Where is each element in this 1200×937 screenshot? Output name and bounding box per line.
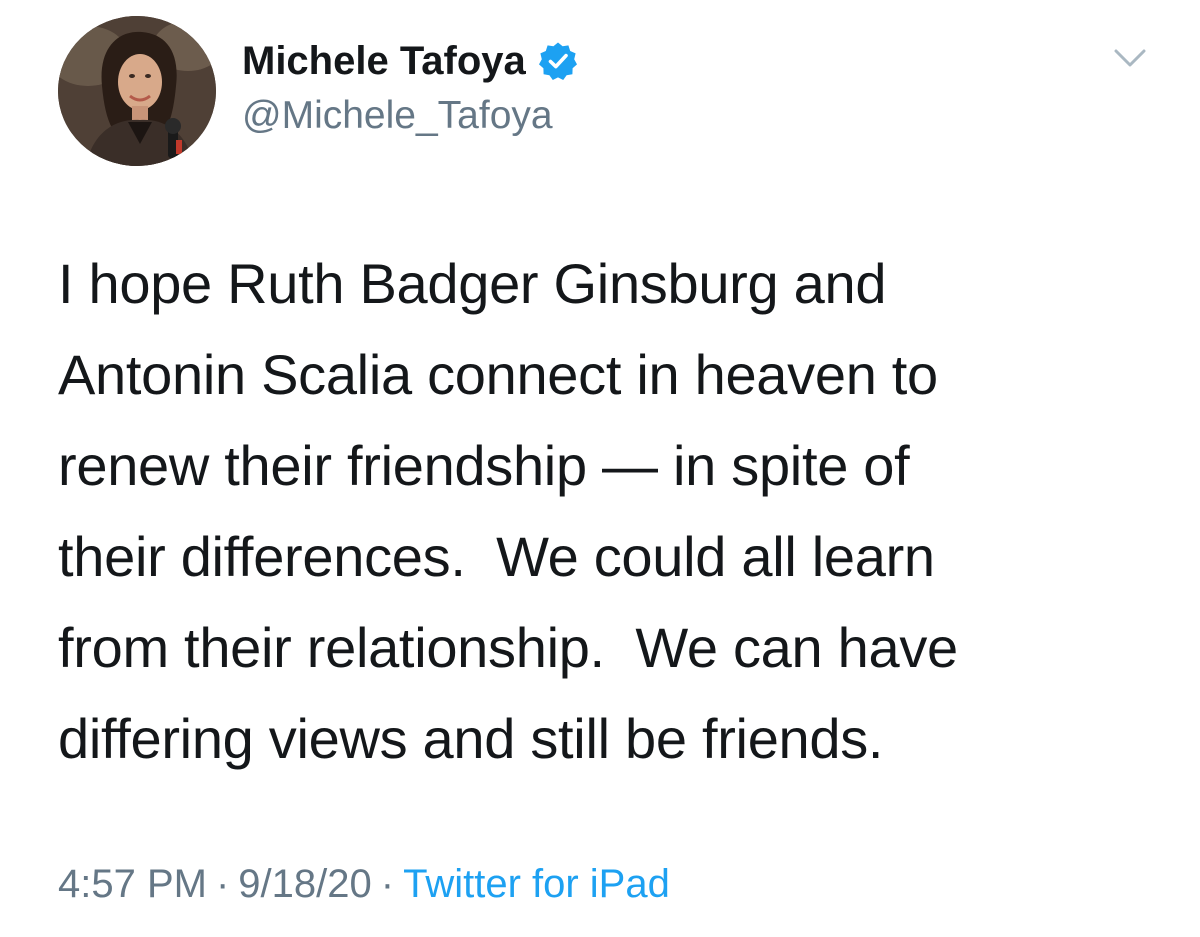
chevron-down-icon[interactable] (1112, 45, 1148, 71)
tweet-text: I hope Ruth Badger Ginsburg and Antonin … (58, 252, 958, 770)
verified-badge-icon (538, 41, 578, 81)
avatar[interactable] (58, 16, 216, 166)
profile-photo-icon (58, 16, 216, 166)
tweet-date[interactable]: 9/18/20 (238, 862, 371, 907)
tweet-source-link[interactable]: Twitter for iPad (403, 862, 670, 907)
meta-separator: · (380, 862, 395, 906)
tweet-meta: 4:57 PM · 9/18/20 · Twitter for iPad (58, 862, 670, 907)
display-name[interactable]: Michele Tafoya (242, 39, 526, 84)
tweet-time[interactable]: 4:57 PM (58, 862, 207, 907)
meta-separator: · (215, 862, 230, 906)
tweet-card: Michele Tafoya @Michele_Tafoya I hope Ru… (0, 0, 1200, 937)
name-row: Michele Tafoya (242, 36, 578, 86)
user-handle[interactable]: @Michele_Tafoya (242, 94, 553, 138)
